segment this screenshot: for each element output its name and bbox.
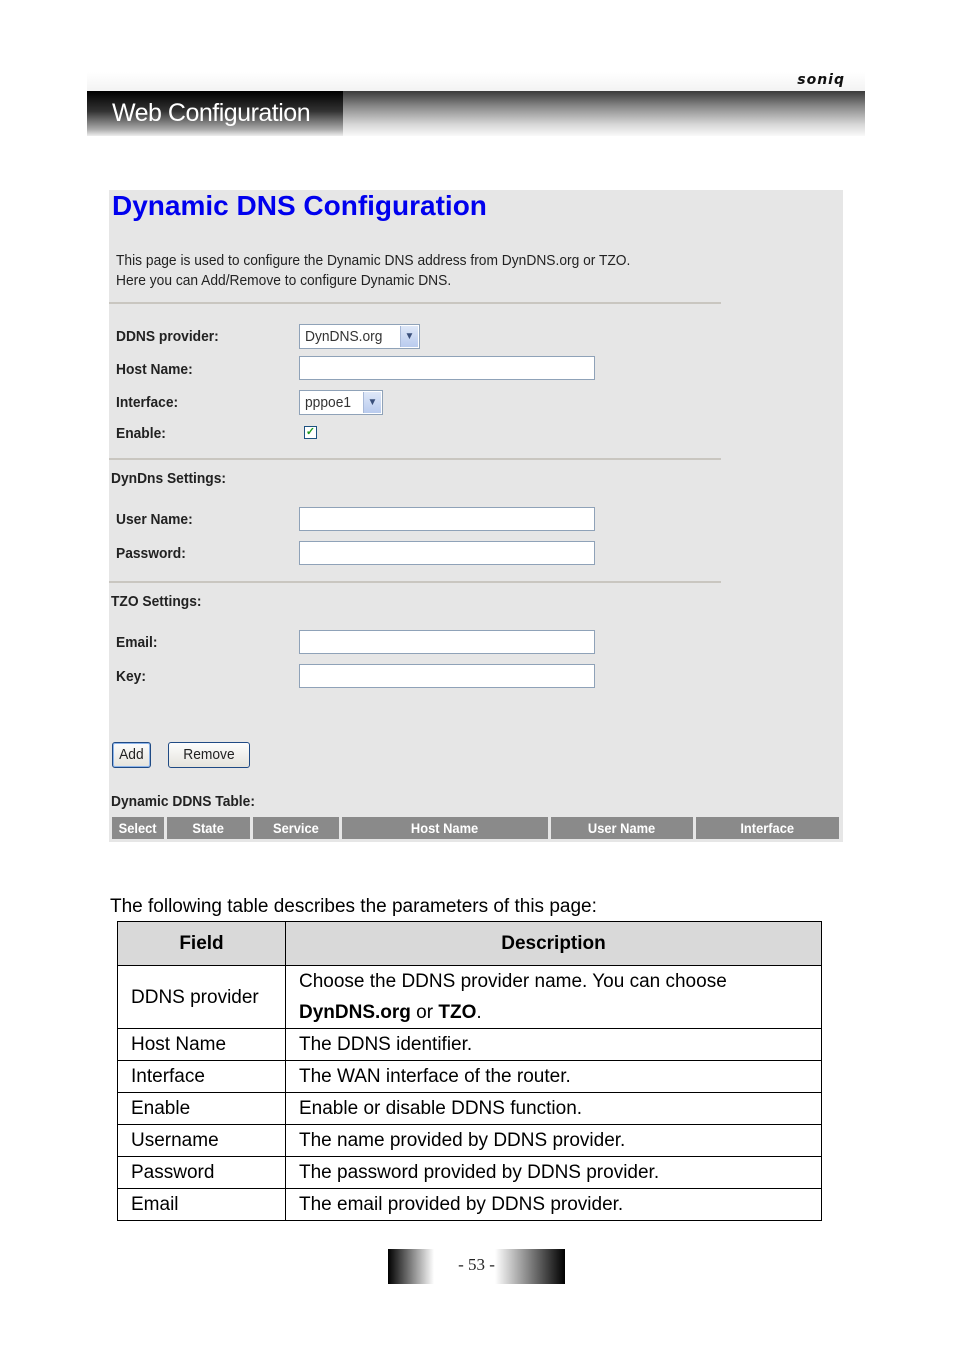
- description-line-2: Here you can Add/Remove to configure Dyn…: [116, 272, 452, 289]
- remove-button-label: Remove: [183, 746, 235, 763]
- parameters-table: Field Description DDNS provider Choose t…: [117, 921, 822, 1221]
- key-input[interactable]: [299, 664, 595, 688]
- checkmark-icon: ✓: [305, 426, 316, 438]
- key-label: Key:: [116, 668, 146, 685]
- field-cell: Enable: [117, 1092, 286, 1125]
- header-description: Description: [285, 921, 822, 966]
- brand-logo: soniq: [797, 72, 845, 88]
- host-name-input[interactable]: [299, 356, 595, 380]
- description-cell: The DDNS identifier.: [285, 1028, 822, 1061]
- page-footer: - 53 -: [388, 1249, 565, 1284]
- remove-button[interactable]: Remove: [168, 742, 250, 768]
- page-number: - 53 -: [458, 1255, 495, 1274]
- email-input[interactable]: [299, 630, 595, 654]
- ddns-provider-select[interactable]: DynDNS.org ▼: [299, 324, 420, 349]
- email-label: Email:: [116, 634, 158, 651]
- field-cell: DDNS provider: [117, 965, 286, 1029]
- section-tab-label: Web Configuration: [112, 99, 311, 127]
- table-row: DDNS provider Choose the DDNS provider n…: [117, 965, 822, 1029]
- description-cell: Enable or disable DDNS function.: [285, 1092, 822, 1125]
- table-row: Username The name provided by DDNS provi…: [117, 1124, 822, 1157]
- host-name-label: Host Name:: [116, 361, 193, 378]
- description-cell: The email provided by DDNS provider.: [285, 1188, 822, 1221]
- description-cell: The name provided by DDNS provider.: [285, 1124, 822, 1157]
- ddns-provider-value: DynDNS.org: [305, 328, 383, 345]
- field-cell: Password: [117, 1156, 286, 1189]
- chevron-down-icon[interactable]: ▼: [363, 392, 381, 413]
- column-header-host-name: Host Name: [342, 817, 548, 839]
- table-row: Password The password provided by DDNS p…: [117, 1156, 822, 1189]
- page-title: Dynamic DNS Configuration: [112, 190, 487, 221]
- description-cell: The password provided by DDNS provider.: [285, 1156, 822, 1189]
- table-intro: The following table describes the parame…: [110, 896, 597, 917]
- table-row: Interface The WAN interface of the route…: [117, 1060, 822, 1093]
- field-cell: Email: [117, 1188, 286, 1221]
- ddns-config-screenshot: Dynamic DNS Configuration This page is u…: [109, 190, 843, 842]
- interface-select[interactable]: pppoe1 ▼: [299, 390, 383, 415]
- divider: [109, 302, 721, 304]
- password-label: Password:: [116, 545, 186, 562]
- dyndns-settings-heading: DynDns Settings:: [111, 470, 227, 487]
- field-cell: Username: [117, 1124, 286, 1157]
- interface-value: pppoe1: [305, 394, 352, 411]
- interface-label: Interface:: [116, 394, 179, 411]
- description-line-1: This page is used to configure the Dynam…: [116, 252, 631, 269]
- table-row: Enable Enable or disable DDNS function.: [117, 1092, 822, 1125]
- tzo-settings-heading: TZO Settings:: [111, 593, 202, 610]
- table-row: Host Name The DDNS identifier.: [117, 1028, 822, 1061]
- description-cell: The WAN interface of the router.: [285, 1060, 822, 1093]
- enable-checkbox[interactable]: ✓: [304, 426, 317, 439]
- column-header-user-name: User Name: [551, 817, 693, 839]
- ddns-table-header: Select State Service Host Name User Name…: [112, 817, 839, 839]
- chevron-down-icon[interactable]: ▼: [400, 326, 418, 347]
- column-header-service: Service: [253, 817, 339, 839]
- field-cell: Interface: [117, 1060, 286, 1093]
- add-button-label: Add: [119, 746, 144, 763]
- divider: [109, 458, 721, 460]
- enable-label: Enable:: [116, 425, 166, 442]
- column-header-state: State: [167, 817, 250, 839]
- header-gradient-bar: [343, 91, 865, 136]
- description-cell: Choose the DDNS provider name. You can c…: [285, 965, 822, 1029]
- user-name-label: User Name:: [116, 511, 193, 528]
- table-header-row: Field Description: [117, 921, 822, 966]
- section-tab: Web Configuration: [87, 91, 343, 136]
- column-header-select: Select: [112, 817, 164, 839]
- field-cell: Host Name: [117, 1028, 286, 1061]
- column-header-interface: Interface: [696, 817, 839, 839]
- ddns-table-title: Dynamic DDNS Table:: [111, 793, 255, 810]
- user-name-input[interactable]: [299, 507, 595, 531]
- divider: [109, 581, 721, 583]
- add-button[interactable]: Add: [112, 742, 151, 768]
- header-strip: soniq: [87, 72, 865, 91]
- page-description: This page is used to configure the Dynam…: [116, 251, 630, 291]
- ddns-provider-label: DDNS provider:: [116, 328, 219, 345]
- header-field: Field: [117, 921, 286, 966]
- password-input[interactable]: [299, 541, 595, 565]
- table-row: Email The email provided by DDNS provide…: [117, 1188, 822, 1221]
